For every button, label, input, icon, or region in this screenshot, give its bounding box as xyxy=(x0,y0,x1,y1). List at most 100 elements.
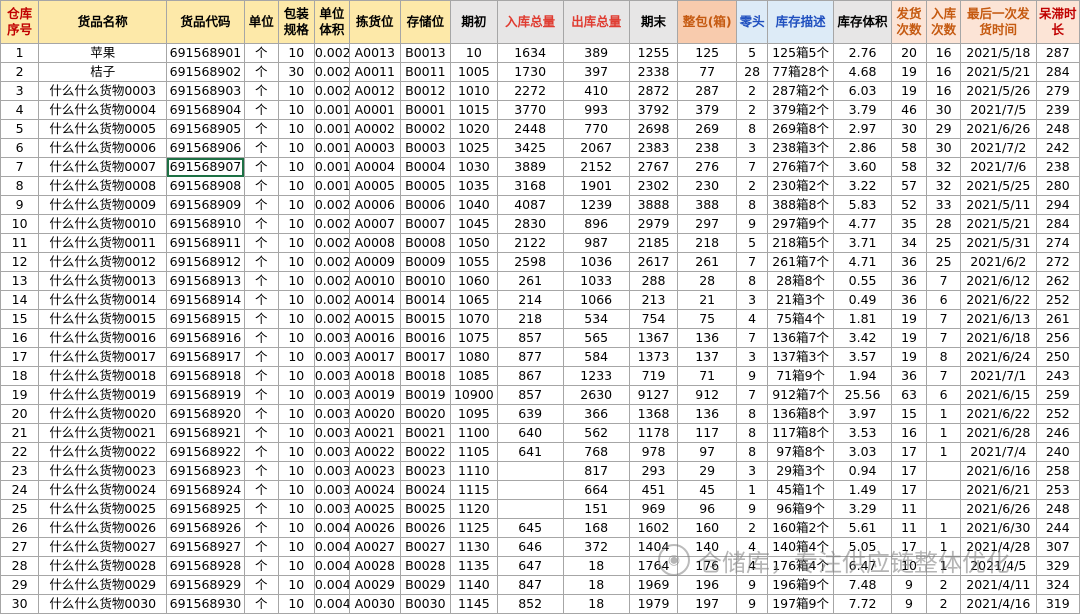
dispatch-cell[interactable]: 19 xyxy=(890,309,928,329)
end-cell[interactable]: 2302 xyxy=(628,176,679,196)
code-cell[interactable]: 691568928 xyxy=(166,556,245,576)
idle-cell[interactable]: 252 xyxy=(1035,404,1080,424)
code-cell[interactable]: 691568904 xyxy=(166,100,245,120)
pick-cell[interactable]: A0024 xyxy=(348,480,401,500)
idle-cell[interactable]: 252 xyxy=(1035,290,1080,310)
name-cell[interactable]: 什么什么货物0010 xyxy=(38,214,168,234)
inbound-cell[interactable]: 33 xyxy=(926,195,962,215)
unitvol-cell[interactable]: 0.003 xyxy=(313,480,350,500)
pick-cell[interactable]: A0017 xyxy=(348,347,401,367)
begin-cell[interactable]: 1065 xyxy=(450,290,498,310)
desc-cell[interactable]: 261箱7个 xyxy=(767,252,835,272)
pack-cell[interactable]: 10 xyxy=(277,575,315,595)
code-cell[interactable]: 691568929 xyxy=(166,575,245,595)
pack-cell[interactable]: 10 xyxy=(277,556,315,576)
store-cell[interactable]: B0025 xyxy=(399,499,452,519)
end-cell[interactable]: 2383 xyxy=(628,138,679,158)
out-cell[interactable]: 389 xyxy=(562,43,630,63)
dispatch-cell[interactable]: 17 xyxy=(890,480,928,500)
loose-cell[interactable]: 9 xyxy=(736,499,769,519)
name-cell[interactable]: 什么什么货物0024 xyxy=(38,480,168,500)
last-cell[interactable]: 2021/7/4 xyxy=(960,442,1037,462)
pick-cell[interactable]: A0022 xyxy=(348,442,401,462)
begin-cell[interactable]: 1075 xyxy=(450,328,498,348)
store-cell[interactable]: B0009 xyxy=(399,252,452,272)
unit-cell[interactable]: 个 xyxy=(243,100,279,120)
pack-cell[interactable]: 10 xyxy=(277,366,315,386)
in-cell[interactable]: 3770 xyxy=(496,100,564,120)
idle-cell[interactable]: 250 xyxy=(1035,347,1080,367)
loose-cell[interactable]: 2 xyxy=(736,518,769,538)
pack-cell[interactable]: 10 xyxy=(277,461,315,481)
seq-cell[interactable]: 20 xyxy=(0,404,40,424)
pick-cell[interactable]: A0025 xyxy=(348,499,401,519)
unitvol-cell[interactable]: 0.002 xyxy=(313,195,350,215)
pack-cell[interactable]: 10 xyxy=(277,518,315,538)
unitvol-cell[interactable]: 0.003 xyxy=(313,499,350,519)
dispatch-cell[interactable]: 11 xyxy=(890,499,928,519)
vol-cell[interactable]: 3.29 xyxy=(833,499,892,519)
code-cell[interactable]: 691568926 xyxy=(166,518,245,538)
loose-cell[interactable]: 9 xyxy=(736,214,769,234)
loose-cell[interactable]: 7 xyxy=(736,328,769,348)
last-cell[interactable]: 2021/6/16 xyxy=(960,461,1037,481)
whole-cell[interactable]: 137 xyxy=(677,347,738,367)
dispatch-cell[interactable]: 17 xyxy=(890,537,928,557)
last-cell[interactable]: 2021/7/5 xyxy=(960,100,1037,120)
code-cell[interactable]: 691568927 xyxy=(166,537,245,557)
end-cell[interactable]: 2185 xyxy=(628,233,679,253)
pack-cell[interactable]: 10 xyxy=(277,537,315,557)
code-cell[interactable]: 691568905 xyxy=(166,119,245,139)
loose-cell[interactable]: 7 xyxy=(736,252,769,272)
vol-cell[interactable]: 5.05 xyxy=(833,537,892,557)
unitvol-cell[interactable]: 0.004 xyxy=(313,575,350,595)
end-cell[interactable]: 1602 xyxy=(628,518,679,538)
whole-cell[interactable]: 379 xyxy=(677,100,738,120)
idle-cell[interactable]: 307 xyxy=(1035,537,1080,557)
begin-cell[interactable]: 1125 xyxy=(450,518,498,538)
unitvol-cell[interactable]: 0.002 xyxy=(313,43,350,63)
loose-cell[interactable]: 3 xyxy=(736,347,769,367)
end-cell[interactable]: 3888 xyxy=(628,195,679,215)
end-cell[interactable]: 1255 xyxy=(628,43,679,63)
last-cell[interactable]: 2021/6/22 xyxy=(960,404,1037,424)
in-cell[interactable] xyxy=(496,480,564,500)
begin-cell[interactable]: 1010 xyxy=(450,81,498,101)
in-cell[interactable]: 4087 xyxy=(496,195,564,215)
name-cell[interactable]: 什么什么货物0009 xyxy=(38,195,168,215)
unitvol-cell[interactable]: 0.003 xyxy=(313,423,350,443)
loose-cell[interactable]: 2 xyxy=(736,81,769,101)
last-cell[interactable]: 2021/6/26 xyxy=(960,119,1037,139)
unit-cell[interactable]: 个 xyxy=(243,575,279,595)
loose-cell[interactable]: 3 xyxy=(736,138,769,158)
out-cell[interactable]: 18 xyxy=(562,594,630,614)
whole-cell[interactable]: 269 xyxy=(677,119,738,139)
desc-cell[interactable]: 117箱8个 xyxy=(767,423,835,443)
vol-cell[interactable]: 3.42 xyxy=(833,328,892,348)
name-cell[interactable]: 什么什么货物0026 xyxy=(38,518,168,538)
end-cell[interactable]: 451 xyxy=(628,480,679,500)
unitvol-cell[interactable]: 0.004 xyxy=(313,556,350,576)
seq-cell[interactable]: 6 xyxy=(0,138,40,158)
whole-cell[interactable]: 136 xyxy=(677,328,738,348)
code-cell[interactable]: 691568906 xyxy=(166,138,245,158)
inbound-cell[interactable]: 1 xyxy=(926,404,962,424)
pack-cell[interactable]: 10 xyxy=(277,214,315,234)
begin-cell[interactable]: 1130 xyxy=(450,537,498,557)
store-cell[interactable]: B0018 xyxy=(399,366,452,386)
col-header-seq[interactable]: 仓库序号 xyxy=(0,0,40,44)
code-cell[interactable]: 691568912 xyxy=(166,252,245,272)
vol-cell[interactable]: 3.60 xyxy=(833,157,892,177)
seq-cell[interactable]: 15 xyxy=(0,309,40,329)
col-header-name[interactable]: 货品名称 xyxy=(38,0,168,44)
seq-cell[interactable]: 28 xyxy=(0,556,40,576)
desc-cell[interactable]: 160箱2个 xyxy=(767,518,835,538)
idle-cell[interactable]: 243 xyxy=(1035,366,1080,386)
last-cell[interactable]: 2021/4/16 xyxy=(960,594,1037,614)
store-cell[interactable]: B0003 xyxy=(399,138,452,158)
unit-cell[interactable]: 个 xyxy=(243,309,279,329)
desc-cell[interactable]: 140箱4个 xyxy=(767,537,835,557)
idle-cell[interactable]: 261 xyxy=(1035,309,1080,329)
dispatch-cell[interactable]: 36 xyxy=(890,271,928,291)
dispatch-cell[interactable]: 58 xyxy=(890,157,928,177)
